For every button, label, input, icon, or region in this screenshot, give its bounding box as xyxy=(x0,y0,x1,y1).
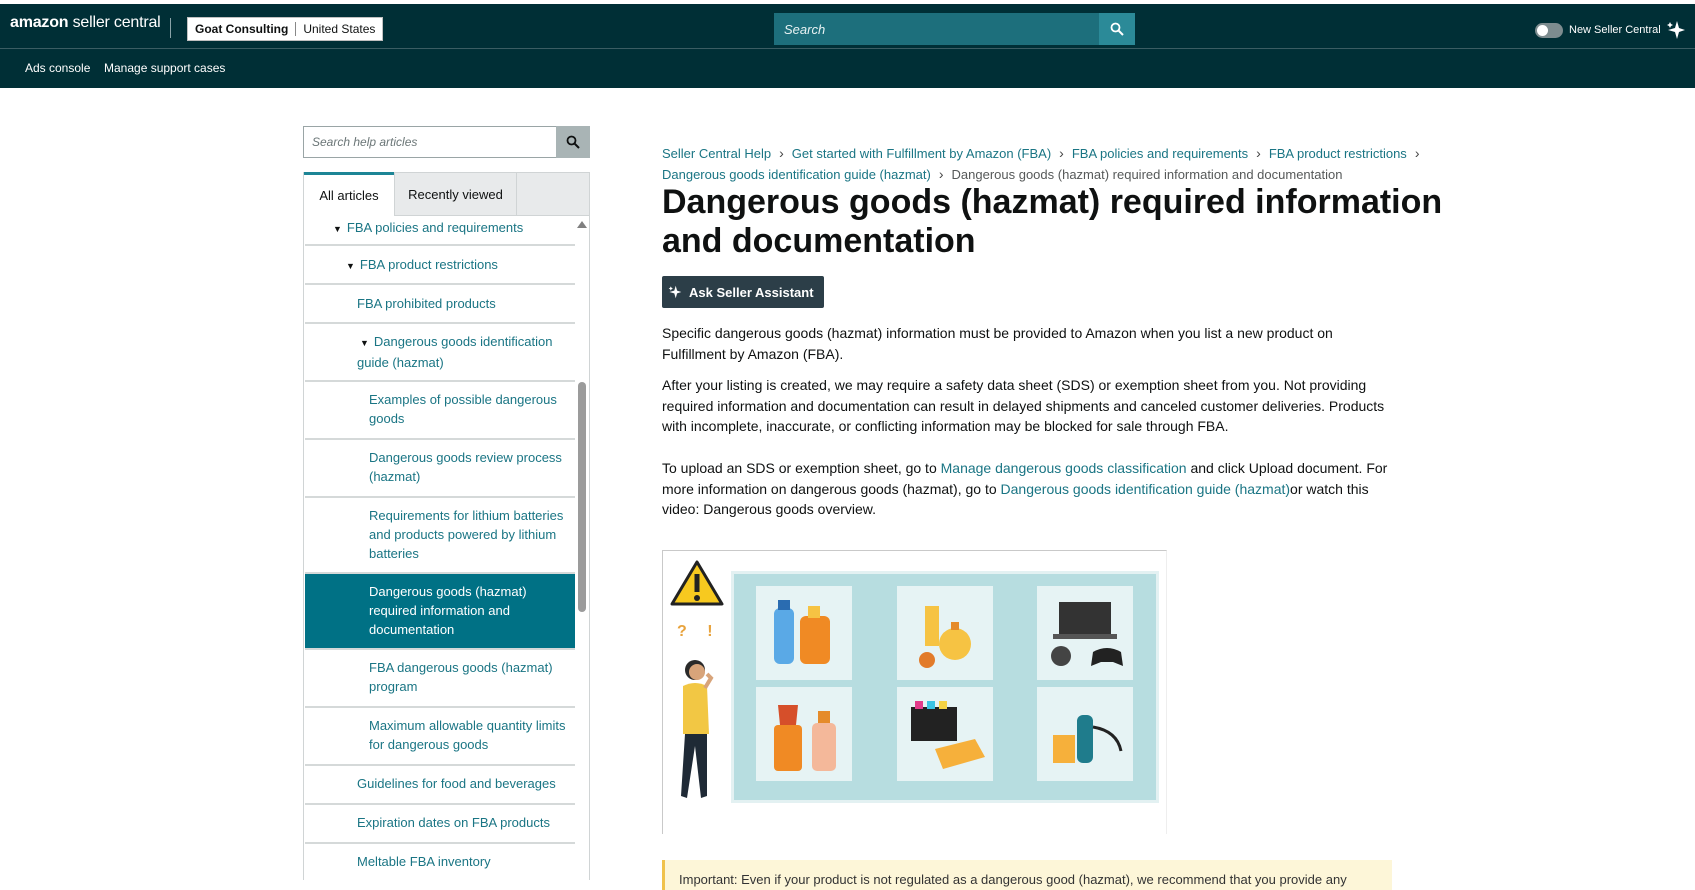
help-search-placeholder: Search help articles xyxy=(312,135,418,149)
caret-down-icon: ▼ xyxy=(360,338,369,348)
nav-item-label: FBA product restrictions xyxy=(359,257,498,272)
breadcrumb-link[interactable]: Get started with Fulfillment by Amazon (… xyxy=(792,146,1051,161)
account-name: Goat Consulting xyxy=(188,22,297,36)
aerosol-bottles-cell xyxy=(756,586,852,680)
nav-item-dg-required-info[interactable]: Dangerous goods (hazmat) required inform… xyxy=(305,574,576,650)
scroll-up-arrow-icon[interactable] xyxy=(577,221,587,228)
perfume-cell xyxy=(897,586,993,680)
nav-item-lithium-batteries[interactable]: Requirements for lithium batteries and p… xyxy=(305,498,576,574)
nav-item-fba-product-restrictions[interactable]: ▼ FBA product restrictions xyxy=(305,246,576,285)
manage-support-cases-link[interactable]: Manage support cases xyxy=(104,61,225,75)
nav-item-label: Examples of possible dangerous goods xyxy=(369,392,557,426)
dg-identification-guide-link[interactable]: Dangerous goods identification guide (ha… xyxy=(1001,481,1291,497)
nav-item-label: Dangerous goods identification guide (ha… xyxy=(357,334,553,370)
ink-cartridge-icon xyxy=(911,701,985,769)
chevron-right-icon: › xyxy=(779,145,784,161)
search-icon xyxy=(566,135,580,149)
sparkle-icon xyxy=(668,285,682,299)
marketplace-name: United States xyxy=(303,22,376,36)
tab-all-articles[interactable]: All articles xyxy=(304,172,394,216)
global-search-input[interactable]: Search xyxy=(774,13,1101,45)
scrollbar-thumb[interactable] xyxy=(578,382,586,612)
article-tabs: All articles Recently viewed xyxy=(303,172,590,216)
breadcrumb-link[interactable]: Seller Central Help xyxy=(662,146,771,161)
warning-triangle-icon xyxy=(670,560,724,606)
cleaning-products-cell xyxy=(756,687,852,781)
top-header: amazon seller central Goat Consulting Un… xyxy=(0,0,1695,48)
new-seller-central-label: New Seller Central xyxy=(1569,24,1661,36)
nav-item-dg-review-process[interactable]: Dangerous goods review process (hazmat) xyxy=(305,440,576,498)
question-marks: ? ! xyxy=(677,623,721,640)
breadcrumb-link[interactable]: FBA policies and requirements xyxy=(1072,146,1248,161)
caret-down-icon: ▼ xyxy=(333,224,342,234)
nav-item-label: Guidelines for food and beverages xyxy=(357,776,556,791)
nav-item-label: Requirements for lithium batteries and p… xyxy=(369,508,564,561)
divider xyxy=(170,18,171,38)
new-seller-central-toggle[interactable] xyxy=(1535,23,1563,38)
nav-item-label: Dangerous goods review process (hazmat) xyxy=(369,450,562,484)
chevron-right-icon: › xyxy=(1059,145,1064,161)
nav-item-fba-policies[interactable]: ▼ FBA policies and requirements xyxy=(305,216,576,246)
search-icon xyxy=(1110,22,1124,36)
seller-central-logo[interactable]: amazon seller central xyxy=(10,14,161,32)
electronics-cell xyxy=(1037,586,1133,680)
nav-item-max-quantity-limits[interactable]: Maximum allowable quantity limits for da… xyxy=(305,708,576,766)
garden-chemicals-cell xyxy=(1037,687,1133,781)
manage-dg-classification-link[interactable]: Manage dangerous goods classification xyxy=(941,460,1187,476)
dangerous-goods-illustration: ? ! xyxy=(662,550,1167,834)
spray-bottle-icon xyxy=(774,705,836,771)
nav-item-label: Meltable FBA inventory xyxy=(357,854,491,869)
secondary-nav: Ads console Manage support cases xyxy=(0,48,1695,88)
search-placeholder: Search xyxy=(784,21,826,37)
nav-item-meltable-inventory[interactable]: Meltable FBA inventory xyxy=(305,844,576,880)
laptop-icon xyxy=(1051,602,1123,666)
sprayer-icon xyxy=(1053,715,1123,763)
breadcrumb-link[interactable]: Dangerous goods identification guide (ha… xyxy=(662,167,931,182)
sparkle-icon[interactable] xyxy=(1666,20,1686,40)
nav-item-label: Expiration dates on FBA products xyxy=(357,815,550,830)
chevron-right-icon: › xyxy=(1256,145,1261,161)
ink-cartridges-cell xyxy=(897,687,993,781)
nav-item-label: FBA policies and requirements xyxy=(346,220,524,235)
important-note: Important: Even if your product is not r… xyxy=(662,860,1392,890)
nav-item-label: FBA prohibited products xyxy=(357,296,496,311)
page-title: Dangerous goods (hazmat) required inform… xyxy=(662,183,1443,260)
tab-recently-viewed[interactable]: Recently viewed xyxy=(394,173,517,216)
product-board xyxy=(731,571,1159,803)
nav-item-label: Dangerous goods (hazmat) required inform… xyxy=(369,584,527,637)
ads-console-link[interactable]: Ads console xyxy=(25,61,90,75)
account-switcher[interactable]: Goat Consulting United States xyxy=(187,17,384,41)
ask-seller-assistant-label: Ask Seller Assistant xyxy=(689,284,814,300)
nav-item-dg-identification-guide[interactable]: ▼ Dangerous goods identification guide (h… xyxy=(305,324,576,382)
nav-item-fba-prohibited-products[interactable]: FBA prohibited products xyxy=(305,285,576,324)
article-tree: ▼ FBA policies and requirements ▼ FBA prod… xyxy=(303,216,590,880)
nav-item-dg-examples[interactable]: Examples of possible dangerous goods xyxy=(305,382,576,440)
help-search-input[interactable]: Search help articles xyxy=(303,126,556,158)
nav-item-label: FBA dangerous goods (hazmat) program xyxy=(369,660,553,694)
text: To upload an SDS or exemption sheet, go … xyxy=(662,460,941,476)
chevron-right-icon: › xyxy=(938,166,944,182)
help-search-button[interactable] xyxy=(556,126,590,158)
aerosol-icon xyxy=(774,600,830,664)
article-paragraph: To upload an SDS or exemption sheet, go … xyxy=(662,458,1397,520)
global-search-button[interactable] xyxy=(1099,13,1135,45)
nav-item-label: Maximum allowable quantity limits for da… xyxy=(369,718,566,752)
breadcrumb: Seller Central Help › Get started with Ful… xyxy=(662,143,1462,185)
nav-item-food-beverages[interactable]: Guidelines for food and beverages xyxy=(305,766,576,805)
chevron-right-icon: › xyxy=(1414,145,1420,161)
caret-down-icon: ▼ xyxy=(346,261,355,271)
article-paragraph: After your listing is created, we may re… xyxy=(662,377,1385,434)
breadcrumb-link[interactable]: FBA product restrictions xyxy=(1269,146,1407,161)
breadcrumb-current: Dangerous goods (hazmat) required inform… xyxy=(951,167,1343,182)
person-icon xyxy=(681,660,714,798)
nav-item-fba-dg-program[interactable]: FBA dangerous goods (hazmat) program xyxy=(305,650,576,708)
perfume-icon xyxy=(919,606,971,668)
article-paragraph: Specific dangerous goods (hazmat) inform… xyxy=(662,325,1333,362)
ask-seller-assistant-button[interactable]: Ask Seller Assistant xyxy=(662,276,824,308)
nav-item-expiration-dates[interactable]: Expiration dates on FBA products xyxy=(305,805,576,844)
